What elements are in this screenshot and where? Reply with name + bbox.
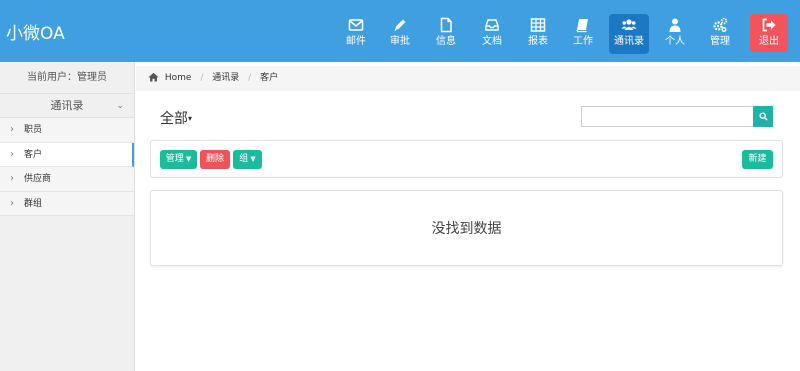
mail-icon [337,17,375,35]
group-dropdown-button[interactable]: 组 ▼ [233,150,262,169]
caret-down-icon: ▼ [250,155,256,163]
home-icon [148,68,159,93]
nav-label: 退出 [759,36,779,47]
nav-mail[interactable]: 邮件 [337,14,375,54]
inbox-icon [473,17,511,35]
caret-down-icon: ▾ [188,114,193,123]
nav-reports[interactable]: 报表 [519,14,557,54]
logout-button[interactable]: 退出 [750,14,788,52]
delete-button[interactable]: 删除 [200,150,230,169]
table-icon [519,17,557,35]
user-icon [656,17,694,35]
new-button[interactable]: 新建 [742,150,773,169]
toolbar: 管理 ▼ 删除 组 ▼ 新建 [150,140,783,178]
sidebar-item-label: 群组 [24,198,43,209]
chevron-right-icon: › [10,148,14,160]
sidebar-section-label: 通讯录 [50,99,84,112]
search-button[interactable] [753,106,773,127]
breadcrumb-separator: / [200,73,204,83]
group-label: 组 [239,154,249,164]
sidebar-item-customers[interactable]: › 客户 [0,142,134,167]
search-icon [758,112,768,121]
breadcrumb-separator: / [248,73,252,83]
caret-down-icon: ▼ [185,155,192,163]
sidebar-section-contacts[interactable]: 通讯录 ⌄ [0,94,134,118]
gears-icon [701,17,739,35]
breadcrumb-home[interactable]: Home [165,73,192,83]
sidebar-item-staff[interactable]: › 职员 [0,118,134,143]
top-navbar: 小微OA 邮件 审批 信息 文档 报表 工作 通讯录 个人 管理 退出 [0,0,800,62]
nav-label: 报表 [528,36,548,47]
pencil-icon [381,17,419,35]
nav-label: 邮件 [346,36,366,47]
main-content: 全部▾ 管理 ▼ 删除 组 ▼ 新建 没找到数据 [136,91,800,371]
chevron-right-icon: › [10,197,14,209]
nav-work[interactable]: 工作 [564,14,602,54]
manage-dropdown-button[interactable]: 管理 ▼ [160,150,197,169]
filter-label: 全部 [160,111,188,127]
breadcrumb-contacts[interactable]: 通讯录 [212,73,239,83]
nav-label: 信息 [436,36,456,47]
current-user: 当前用户：管理员 [0,62,134,94]
nav-label: 工作 [573,36,593,47]
nav-contacts[interactable]: 通讯录 [609,14,649,54]
filter-dropdown[interactable]: 全部▾ [160,108,192,128]
nav-label: 文档 [482,36,502,47]
nav-label: 管理 [710,36,730,47]
chevron-right-icon: › [10,124,14,135]
file-icon [427,17,465,35]
sidebar-item-groups[interactable]: › 群组 [0,191,134,216]
sign-out-icon [750,17,788,35]
main-nav: 邮件 审批 信息 文档 报表 工作 通讯录 个人 管理 退出 [0,0,800,62]
sidebar-item-label: 客户 [24,149,43,160]
sidebar-item-label: 职员 [24,125,43,135]
nav-approval[interactable]: 审批 [381,14,419,54]
chevron-down-icon: ⌄ [116,101,124,111]
sidebar-item-suppliers[interactable]: › 供应商 [0,167,134,192]
nav-personal[interactable]: 个人 [656,14,694,54]
users-icon [609,17,649,35]
sidebar-item-label: 供应商 [24,174,52,184]
book-icon [564,17,602,35]
empty-message: 没找到数据 [431,221,502,237]
nav-label: 个人 [665,36,685,47]
breadcrumb: Home / 通讯录 / 客户 [136,66,800,91]
nav-label: 通讯录 [614,36,644,47]
sidebar: 当前用户：管理员 通讯录 ⌄ › 职员 › 客户 › 供应商 › 群组 [0,62,135,371]
nav-admin[interactable]: 管理 [701,14,739,54]
delete-label: 删除 [205,154,224,164]
nav-info[interactable]: 信息 [427,14,465,54]
chevron-right-icon: › [10,173,14,184]
empty-state: 没找到数据 [150,190,783,266]
nav-docs[interactable]: 文档 [473,14,511,54]
search-input[interactable] [581,106,753,127]
manage-label: 管理 [165,154,184,164]
new-label: 新建 [748,154,767,164]
breadcrumb-current: 客户 [260,73,279,83]
nav-label: 审批 [390,36,410,47]
